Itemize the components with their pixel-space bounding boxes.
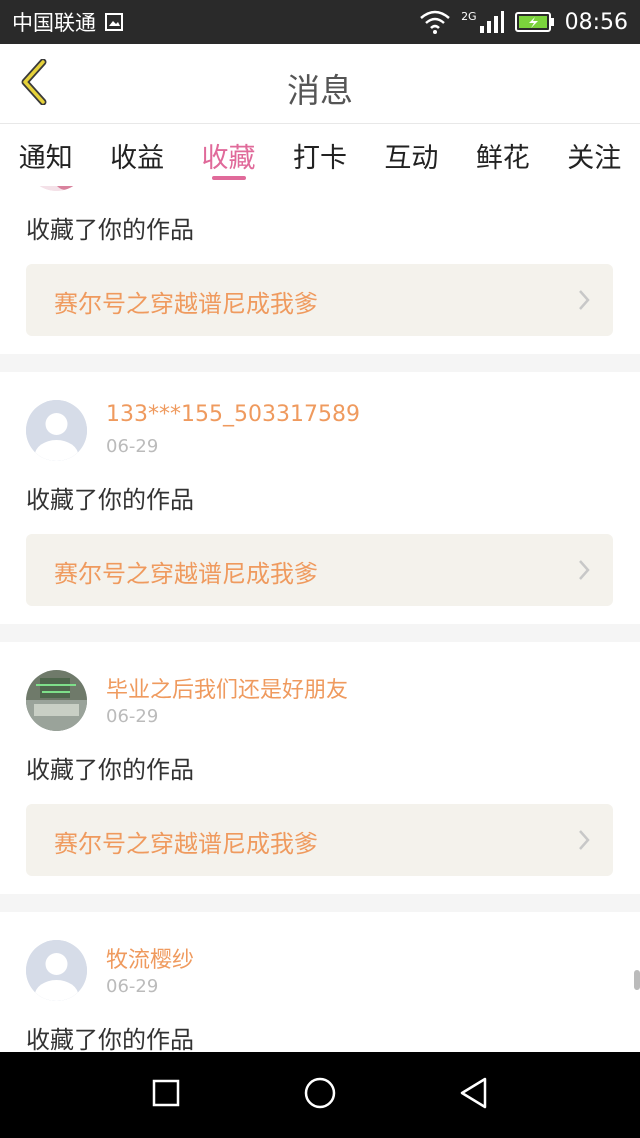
square-icon bbox=[151, 1078, 181, 1112]
username[interactable]: 133***155_503317589 bbox=[106, 402, 360, 427]
action-text: 收藏了你的作品 bbox=[26, 216, 194, 244]
system-nav-bar bbox=[0, 1052, 640, 1138]
status-bar: 中国联通 2G 08:56 bbox=[0, 0, 640, 44]
avatar[interactable] bbox=[26, 186, 87, 191]
tab-interaction[interactable]: 互动 bbox=[366, 124, 457, 186]
date: 06-29 bbox=[106, 186, 158, 187]
list-item: 牧流樱纱 06-29 收藏了你的作品 bbox=[0, 912, 640, 1052]
username[interactable]: 毕业之后我们还是好朋友 bbox=[106, 672, 348, 704]
work-link[interactable]: 赛尔号之穿越谱尼成我爹 bbox=[26, 264, 613, 336]
work-title: 赛尔号之穿越谱尼成我爹 bbox=[54, 830, 318, 858]
username[interactable]: 牧流樱纱 bbox=[106, 942, 194, 974]
avatar[interactable] bbox=[26, 400, 87, 461]
avatar[interactable] bbox=[26, 940, 87, 1001]
signal-icon: 2G bbox=[461, 10, 505, 34]
list-item: 06-29 收藏了你的作品 赛尔号之穿越谱尼成我爹 bbox=[0, 186, 640, 354]
list-item: 133***155_503317589 06-29 收藏了你的作品 赛尔号之穿越… bbox=[0, 372, 640, 624]
tab-notifications[interactable]: 通知 bbox=[0, 124, 91, 186]
circle-icon bbox=[303, 1076, 337, 1114]
date: 06-29 bbox=[106, 976, 159, 997]
date: 06-29 bbox=[106, 706, 159, 727]
home-button[interactable] bbox=[298, 1073, 342, 1117]
chevron-right-icon bbox=[577, 828, 591, 856]
triangle-back-icon bbox=[458, 1076, 490, 1114]
avatar[interactable] bbox=[26, 670, 87, 731]
action-text: 收藏了你的作品 bbox=[26, 486, 194, 514]
battery-icon bbox=[514, 11, 555, 33]
tab-flowers[interactable]: 鲜花 bbox=[457, 124, 548, 186]
tab-favorites[interactable]: 收藏 bbox=[183, 124, 274, 186]
message-feed[interactable]: 06-29 收藏了你的作品 赛尔号之穿越谱尼成我爹 133***155_5033… bbox=[0, 186, 640, 1052]
tab-checkin[interactable]: 打卡 bbox=[274, 124, 365, 186]
carrier-label: 中国联通 bbox=[12, 11, 96, 35]
clock: 08:56 bbox=[564, 9, 628, 35]
wifi-icon bbox=[419, 10, 451, 34]
screenshot-icon bbox=[104, 12, 124, 32]
action-text: 收藏了你的作品 bbox=[26, 756, 194, 784]
page-title: 消息 bbox=[287, 71, 353, 110]
work-link[interactable]: 赛尔号之穿越谱尼成我爹 bbox=[26, 534, 613, 606]
tab-follow[interactable]: 关注 bbox=[549, 124, 640, 186]
tab-bar: 通知 收益 收藏 打卡 互动 鲜花 关注 bbox=[0, 124, 640, 186]
back-nav-button[interactable] bbox=[452, 1073, 496, 1117]
tab-earnings[interactable]: 收益 bbox=[91, 124, 182, 186]
chevron-right-icon bbox=[577, 558, 591, 586]
recent-apps-button[interactable] bbox=[144, 1073, 188, 1117]
work-title: 赛尔号之穿越谱尼成我爹 bbox=[54, 560, 318, 588]
chevron-right-icon bbox=[577, 288, 591, 316]
network-type: 2G bbox=[461, 10, 477, 23]
scrollbar[interactable] bbox=[634, 970, 640, 990]
work-title: 赛尔号之穿越谱尼成我爹 bbox=[54, 290, 318, 318]
list-item: 毕业之后我们还是好朋友 06-29 收藏了你的作品 赛尔号之穿越谱尼成我爹 bbox=[0, 642, 640, 894]
work-link[interactable]: 赛尔号之穿越谱尼成我爹 bbox=[26, 804, 613, 876]
date: 06-29 bbox=[106, 436, 159, 457]
action-text: 收藏了你的作品 bbox=[26, 1026, 194, 1052]
header: 消息 bbox=[0, 44, 640, 124]
